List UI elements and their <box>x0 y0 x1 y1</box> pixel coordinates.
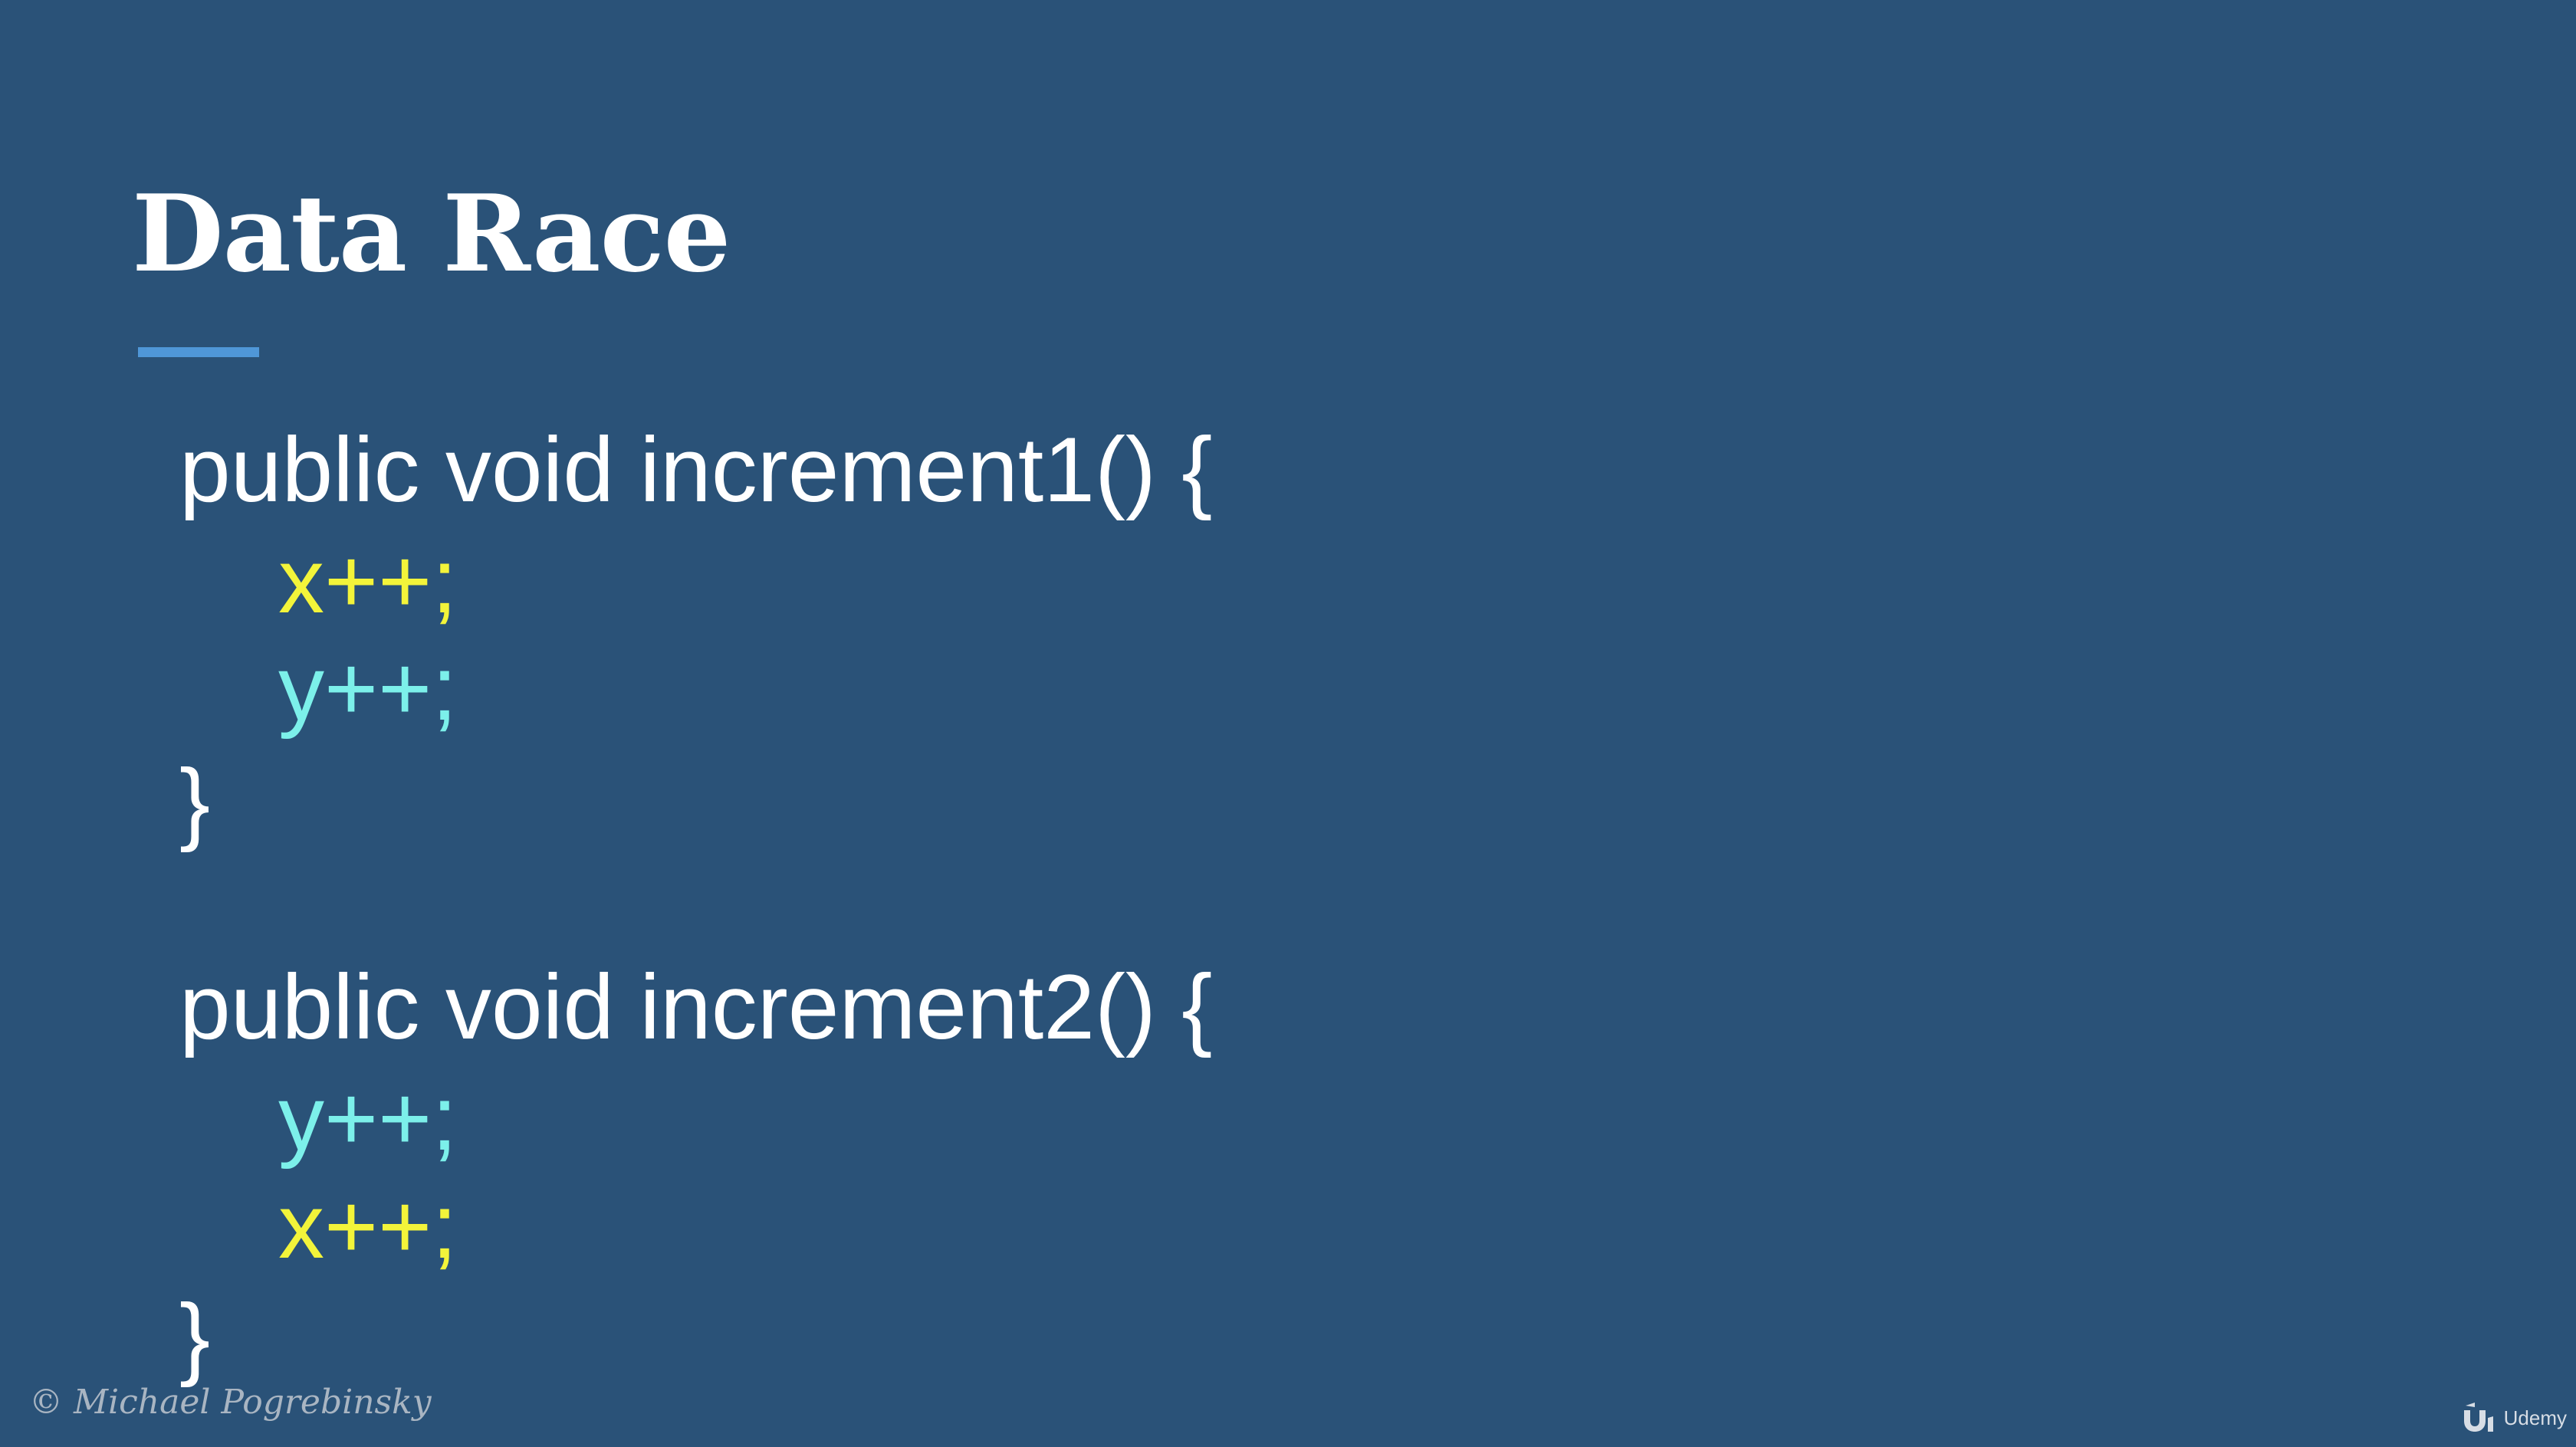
udemy-label: Udemy <box>2503 1406 2567 1429</box>
udemy-logo-icon <box>2463 1403 2493 1432</box>
udemy-watermark: Udemy <box>2461 1403 2567 1433</box>
method2-line-1: y++; <box>278 1067 458 1170</box>
method2-signature: public void increment2() { <box>179 956 1213 1058</box>
copyright-notice: © Michael Pogrebinsky <box>29 1383 432 1422</box>
method1-line-1: x++; <box>278 530 458 632</box>
slide-title: Data Race <box>132 171 731 296</box>
method1-closing-brace: } <box>179 750 211 853</box>
method1-line-2: y++; <box>278 637 458 740</box>
title-underline <box>138 347 259 357</box>
method2-closing-brace: } <box>179 1285 211 1388</box>
method1-signature: public void increment1() { <box>179 418 1213 521</box>
slide: Data Race public void increment1() { x++… <box>0 0 2576 1447</box>
method2-line-2: x++; <box>278 1175 458 1278</box>
